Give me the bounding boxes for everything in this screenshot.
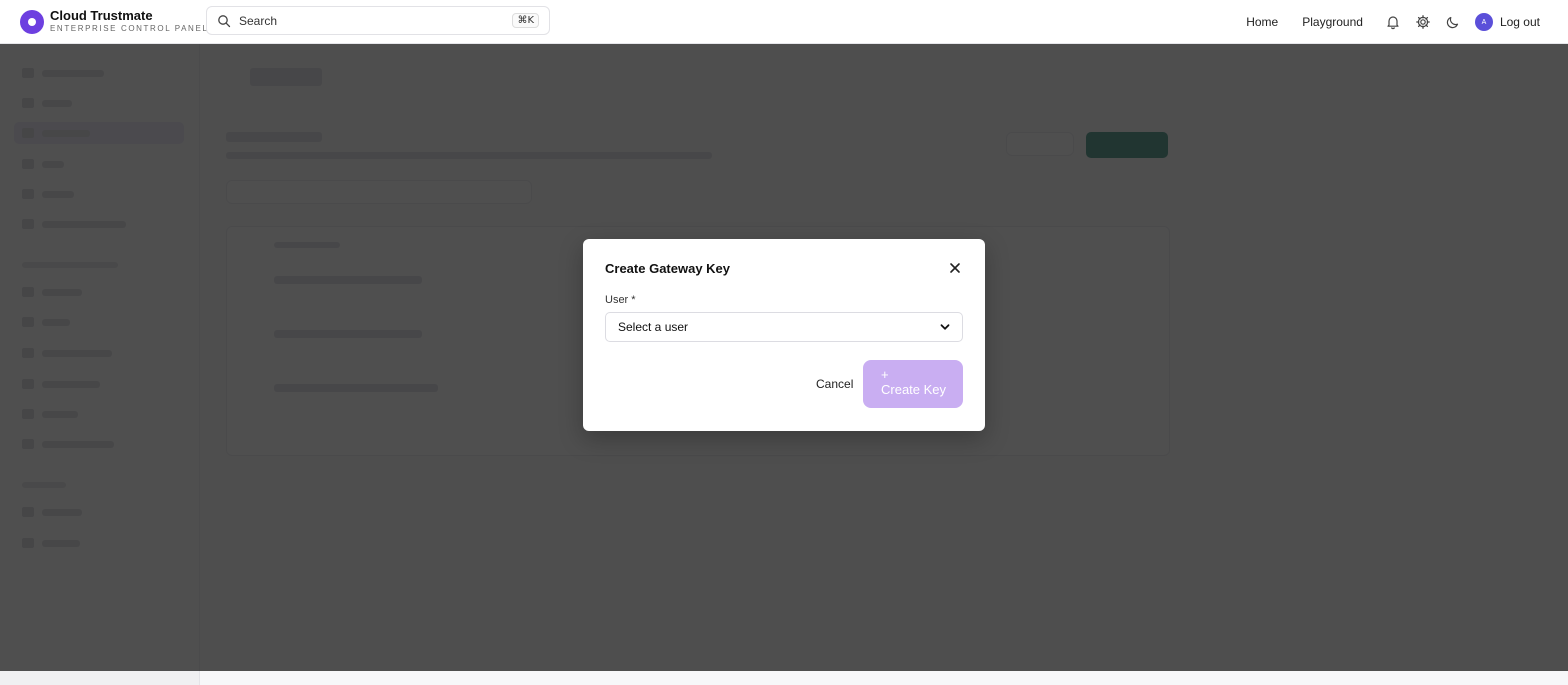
- moon-icon[interactable]: [1445, 14, 1461, 30]
- plus-icon: +: [881, 367, 889, 382]
- brand-logo: [20, 9, 44, 34]
- logout-button[interactable]: Log out: [1500, 15, 1540, 29]
- nav-playground-link[interactable]: Playground: [1302, 15, 1363, 29]
- search-shortcut-badge: ⌘K: [512, 13, 539, 28]
- chevron-down-icon: [940, 322, 950, 332]
- brand-subtitle: ENTERPRISE CONTROL PANEL: [50, 24, 209, 33]
- top-navigation-bar: Cloud Trustmate ENTERPRISE CONTROL PANEL…: [0, 0, 1568, 44]
- create-key-button[interactable]: + Create Key: [863, 360, 963, 408]
- avatar[interactable]: A: [1474, 13, 1493, 31]
- search-input[interactable]: Search ⌘K: [206, 6, 550, 35]
- create-key-label: Create Key: [881, 382, 947, 397]
- user-select[interactable]: Select a user: [605, 312, 963, 342]
- nav-home-link[interactable]: Home: [1246, 15, 1278, 29]
- search-placeholder: Search: [239, 13, 278, 28]
- create-gateway-key-dialog: Create Gateway Key User * Select a user …: [583, 239, 985, 431]
- user-select-value: Select a user: [618, 320, 689, 334]
- dialog-title: Create Gateway Key: [605, 261, 731, 276]
- bottom-strip: [0, 671, 1568, 685]
- header-actions: Home Playground A Log out: [1246, 0, 1540, 44]
- bell-icon[interactable]: [1385, 14, 1401, 30]
- brand-text: Cloud Trustmate ENTERPRISE CONTROL PANEL: [50, 8, 208, 35]
- brand-name: Cloud Trustmate: [50, 8, 153, 23]
- gear-icon[interactable]: [1415, 14, 1431, 30]
- user-field-label: User *: [605, 294, 636, 306]
- cancel-button[interactable]: Cancel: [816, 377, 853, 391]
- close-icon[interactable]: [949, 262, 961, 274]
- search-icon: [217, 14, 231, 28]
- brand[interactable]: Cloud Trustmate ENTERPRISE CONTROL PANEL: [20, 8, 208, 35]
